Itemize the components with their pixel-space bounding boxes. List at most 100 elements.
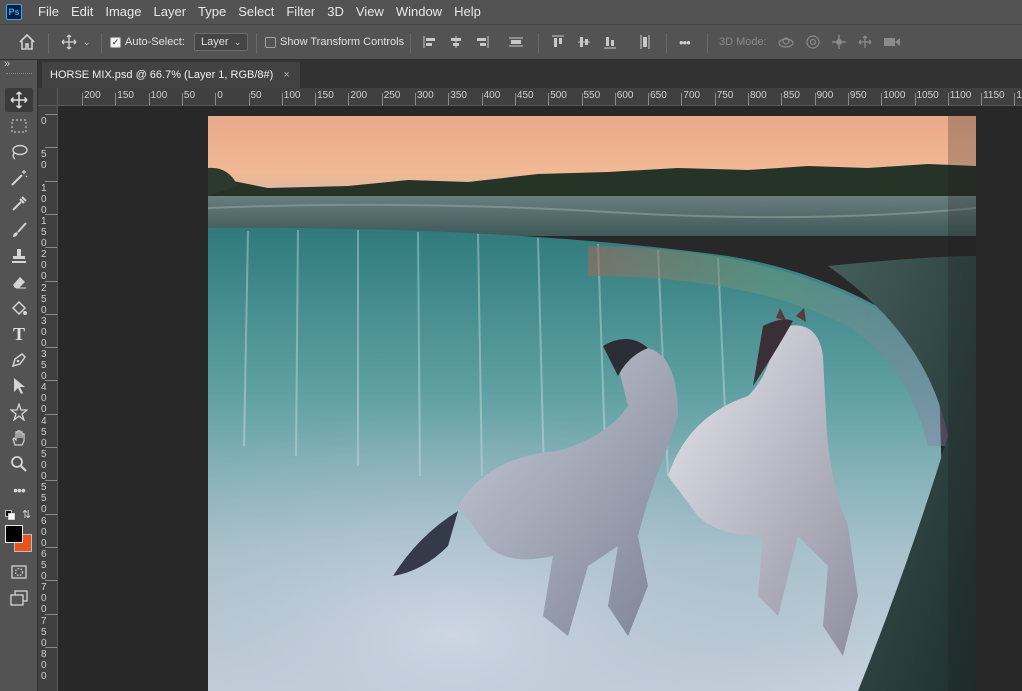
menu-help[interactable]: Help: [448, 0, 487, 24]
ruler-top-label: 800: [750, 90, 767, 101]
close-tab-icon[interactable]: ×: [283, 69, 289, 81]
align-right-edges-icon[interactable]: [475, 25, 489, 59]
show-transform-controls-checkbox[interactable]: Show Transform Controls: [265, 25, 404, 59]
eraser-tool-icon[interactable]: [5, 270, 33, 294]
menu-view[interactable]: View: [350, 0, 390, 24]
panel-grip[interactable]: [6, 73, 32, 76]
ruler-tick: [681, 93, 683, 105]
ruler-left-label: 150: [41, 215, 47, 249]
document-canvas[interactable]: [208, 116, 976, 691]
magic-wand-tool-icon[interactable]: [5, 166, 33, 190]
ruler-top-label: 1100: [949, 90, 972, 101]
ruler-left-label: 100: [41, 182, 47, 216]
distribute-horizontal-icon[interactable]: [638, 25, 652, 59]
move-tool-preset-icon[interactable]: ⌄: [61, 25, 91, 59]
lasso-tool-icon[interactable]: [5, 140, 33, 164]
menu-3d[interactable]: 3D: [321, 0, 350, 24]
menu-layer[interactable]: Layer: [148, 0, 193, 24]
pen-tool-icon[interactable]: [5, 348, 33, 372]
divider: [101, 33, 102, 53]
vertical-ruler[interactable]: 0 50 100 150 200 250 300 350 400 450 500 550 600 650 7…: [38, 106, 58, 691]
ruler-tick: [45, 247, 57, 249]
ruler-tick: [947, 93, 949, 105]
path-selection-tool-icon[interactable]: [5, 374, 33, 398]
edit-toolbar-icon[interactable]: •••: [5, 478, 33, 502]
brush-tool-icon[interactable]: [5, 218, 33, 242]
ruler-tick: [148, 93, 150, 105]
ruler-tick: [415, 93, 416, 105]
zoom-tool-icon[interactable]: [5, 452, 33, 476]
custom-shape-tool-icon[interactable]: [5, 400, 33, 424]
3d-orbit-icon[interactable]: [777, 25, 795, 59]
align-top-edges-icon[interactable]: [551, 25, 565, 59]
menu-file[interactable]: File: [32, 0, 65, 24]
home-icon[interactable]: [18, 25, 36, 59]
document-tab-bar: HORSE MIX.psd @ 66.7% (Layer 1, RGB/8#) …: [38, 60, 1022, 88]
ruler-origin[interactable]: [38, 88, 58, 106]
ruler-tick: [648, 93, 650, 105]
menu-select[interactable]: Select: [232, 0, 280, 24]
document-tab-title: HORSE MIX.psd @ 66.7% (Layer 1, RGB/8#): [50, 69, 274, 81]
ruler-top-label: 350: [450, 90, 467, 101]
ruler-top-label: 0: [217, 90, 223, 101]
ruler-tick: [614, 93, 616, 105]
align-bottom-edges-icon[interactable]: [603, 25, 617, 59]
ruler-top-label: 150: [117, 90, 134, 101]
3d-roll-icon[interactable]: [805, 25, 821, 59]
ruler-left-label: 350: [41, 349, 47, 383]
align-left-edges-icon[interactable]: [423, 25, 437, 59]
ruler-left-label: 600: [41, 515, 47, 549]
ruler-top-label: 950: [849, 90, 867, 101]
rectangular-marquee-tool-icon[interactable]: [5, 114, 33, 138]
ruler-tick: [248, 93, 250, 105]
ruler-tick: [714, 93, 716, 105]
distribute-vertical-icon[interactable]: [508, 25, 524, 59]
tools-panel: » T ••• ⇅: [0, 58, 38, 691]
ruler-tick: [45, 447, 57, 448]
document-tab[interactable]: HORSE MIX.psd @ 66.7% (Layer 1, RGB/8#) …: [42, 62, 300, 88]
ruler-tick: [45, 513, 57, 515]
auto-select-target-dropdown[interactable]: Layer ⌄: [194, 33, 248, 51]
hand-tool-icon[interactable]: [5, 426, 33, 450]
3d-scale-camera-icon[interactable]: [883, 25, 901, 59]
align-vertical-centers-icon[interactable]: [577, 25, 591, 59]
auto-select-checkbox[interactable]: ✓ Auto-Select:: [110, 25, 185, 59]
ruler-left-label: 0: [41, 116, 47, 127]
eyedropper-tool-icon[interactable]: [5, 192, 33, 216]
ruler-left-label: 800: [41, 648, 47, 682]
divider: [256, 33, 257, 53]
ruler-left-label: 750: [41, 615, 47, 649]
quick-mask-icon[interactable]: [5, 560, 33, 584]
canvas-workspace[interactable]: [58, 106, 1022, 691]
ruler-tick: [181, 93, 183, 105]
clone-stamp-tool-icon[interactable]: [5, 244, 33, 268]
ruler-tick: [1014, 93, 1016, 105]
ruler-tick: [45, 280, 57, 282]
ruler-top-label: 150: [317, 90, 334, 101]
ruler-tick: [281, 93, 283, 105]
foreground-color-swatch[interactable]: [5, 525, 23, 543]
ruler-tick: [881, 93, 883, 105]
default-colors-icon[interactable]: [5, 509, 15, 523]
checkbox-checked-icon: ✓: [110, 36, 121, 48]
screen-mode-icon[interactable]: [5, 586, 33, 610]
menu-window[interactable]: Window: [390, 0, 448, 24]
3d-slide-icon[interactable]: [857, 25, 873, 59]
collapse-panel-icon[interactable]: »: [4, 58, 10, 70]
menu-edit[interactable]: Edit: [65, 0, 99, 24]
move-tool-icon[interactable]: [5, 88, 33, 112]
ruler-tick: [381, 93, 383, 105]
menu-image[interactable]: Image: [99, 0, 147, 24]
more-options-icon[interactable]: •••: [679, 25, 691, 59]
paint-bucket-tool-icon[interactable]: [5, 296, 33, 320]
swap-colors-icon[interactable]: ⇅: [22, 508, 31, 521]
type-tool-icon[interactable]: T: [5, 322, 33, 346]
ruler-tick: [448, 93, 450, 105]
3d-drag-icon[interactable]: [831, 25, 847, 59]
horizontal-ruler[interactable]: 200 150 100 50 0 50 100 150 200 250 300 350 400 450 50…: [58, 88, 1022, 106]
align-horizontal-centers-icon[interactable]: [449, 25, 463, 59]
ruler-tick: [814, 93, 816, 105]
menu-filter[interactable]: Filter: [280, 0, 321, 24]
menu-type[interactable]: Type: [192, 0, 232, 24]
ruler-left-label: 250: [41, 282, 47, 316]
